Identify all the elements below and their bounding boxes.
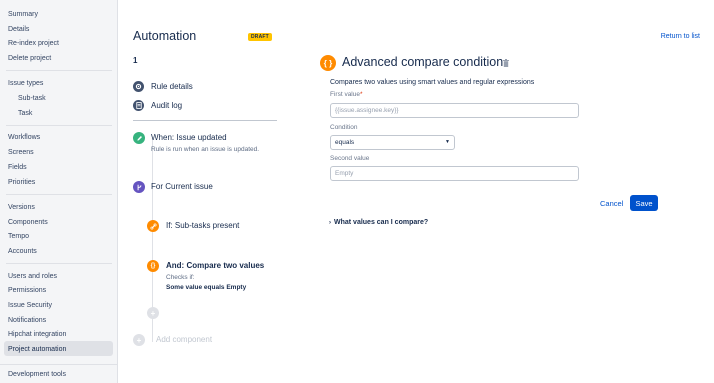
condition-select[interactable]: equals ▼	[330, 135, 455, 150]
braces-icon: {}	[147, 260, 159, 272]
sidebar-item-issue-types[interactable]: Issue types	[8, 79, 43, 88]
sidebar-item-summary[interactable]: Summary	[8, 10, 38, 19]
condition2-title[interactable]: And: Compare two values	[166, 261, 264, 270]
branch-icon	[133, 181, 145, 193]
sidebar-divider	[0, 364, 118, 365]
rule-number: 1	[133, 56, 138, 65]
sidebar-divider	[6, 125, 112, 126]
gear-icon	[133, 80, 144, 92]
save-button[interactable]: Save	[630, 195, 658, 211]
sidebar-item-hipchat[interactable]: Hipchat integration	[8, 330, 66, 339]
sidebar-item-accounts[interactable]: Accounts	[8, 247, 37, 256]
sidebar-item-details[interactable]: Details	[8, 25, 29, 34]
sidebar-item-fields[interactable]: Fields	[8, 163, 27, 172]
sidebar-item-screens[interactable]: Screens	[8, 148, 34, 157]
sidebar-item-priorities[interactable]: Priorities	[8, 178, 35, 187]
panel-title: Advanced compare condition	[342, 55, 504, 69]
branch-title[interactable]: For Current issue	[151, 182, 213, 191]
sidebar-item-sub-task[interactable]: Sub-task	[18, 94, 46, 103]
audit-log-label: Audit log	[151, 100, 183, 110]
condition-label: Condition	[330, 124, 358, 131]
cancel-button[interactable]: Cancel	[600, 199, 623, 208]
sidebar-item-task[interactable]: Task	[18, 109, 32, 118]
plus-icon[interactable]: +	[133, 334, 145, 346]
page-title: Automation	[133, 29, 197, 43]
second-value-input[interactable]: Empty	[330, 166, 579, 181]
draft-badge: DRAFT	[248, 33, 272, 41]
sidebar-item-development-tools[interactable]: Development tools	[8, 370, 66, 379]
sidebar-item-delete-project[interactable]: Delete project	[8, 54, 51, 63]
trash-icon[interactable]	[503, 59, 509, 67]
sidebar-divider	[6, 194, 112, 195]
condition1-title[interactable]: If: Sub-tasks present	[166, 221, 239, 230]
pencil-icon	[133, 132, 145, 144]
required-mark: *	[359, 91, 363, 98]
sidebar-item-reindex[interactable]: Re-index project	[8, 39, 59, 48]
sidebar-item-tempo[interactable]: Tempo	[8, 232, 29, 241]
rule-details-link[interactable]: Rule details	[133, 80, 193, 92]
trigger-subtitle: Rule is run when an issue is updated.	[151, 146, 260, 153]
first-value-label-text: First value	[330, 91, 360, 98]
sidebar-divider	[6, 263, 112, 264]
plus-icon[interactable]: +	[147, 307, 159, 319]
condition2-detail: Some value equals Empty	[166, 284, 247, 291]
help-expander[interactable]: › What values can I compare?	[329, 219, 428, 226]
braces-icon: { }	[320, 55, 336, 71]
help-expander-label: What values can I compare?	[334, 219, 429, 226]
sidebar-item-workflows[interactable]: Workflows	[8, 133, 40, 142]
caret-down-icon: ▼	[445, 139, 450, 145]
first-value-input[interactable]: {{issue.assignee.key}}	[330, 103, 579, 118]
sidebar-item-issue-security[interactable]: Issue Security	[8, 301, 52, 310]
sidebar-item-versions[interactable]: Versions	[8, 203, 35, 212]
condition-select-value: equals	[335, 139, 355, 146]
add-component-button[interactable]: Add component	[156, 335, 212, 344]
sidebar-item-users-roles[interactable]: Users and roles	[8, 272, 57, 281]
return-to-list-link[interactable]: Return to list	[661, 33, 700, 40]
trigger-title[interactable]: When: Issue updated	[151, 133, 227, 142]
second-value-label: Second value	[330, 155, 370, 162]
sidebar-item-permissions[interactable]: Permissions	[8, 286, 46, 295]
sidebar-divider	[6, 70, 112, 71]
link-icon	[147, 220, 159, 232]
document-icon	[133, 99, 144, 111]
sidebar-item-components[interactable]: Components	[8, 218, 48, 227]
sidebar-item-notifications[interactable]: Notifications	[8, 316, 46, 325]
chevron-right-icon: ›	[329, 220, 331, 226]
audit-log-link[interactable]: Audit log	[133, 99, 182, 111]
sidebar-item-project-automation[interactable]: Project automation	[8, 345, 66, 354]
first-value-label: First value*	[330, 91, 363, 98]
panel-description: Compares two values using smart values a…	[330, 79, 535, 86]
sidebar: Summary Details Re-index project Delete …	[0, 0, 118, 383]
nav-divider	[133, 120, 277, 121]
rule-details-label: Rule details	[151, 81, 193, 91]
condition2-subtitle: Checks if:	[166, 274, 195, 281]
